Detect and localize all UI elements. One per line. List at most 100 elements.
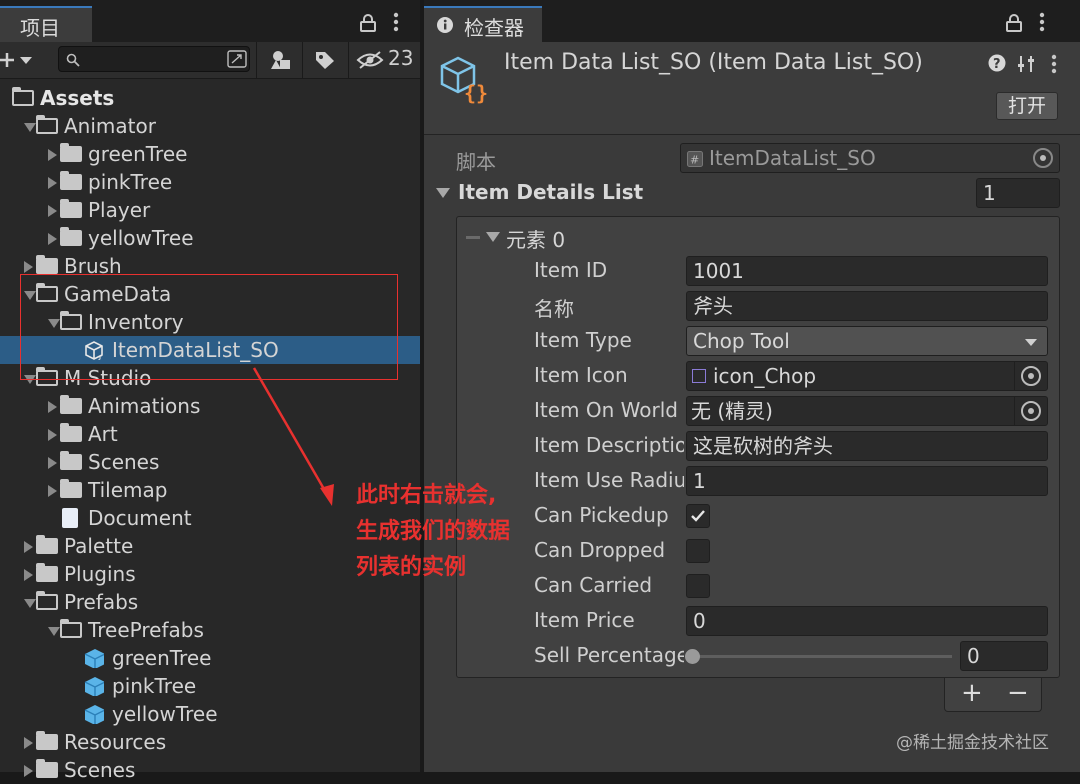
list-size-field[interactable]: 1 xyxy=(976,178,1060,208)
folder-icon xyxy=(60,395,82,414)
element-foldout-icon[interactable] xyxy=(486,232,500,242)
collapsed-arrow-icon[interactable] xyxy=(24,569,33,581)
tree-item[interactable]: Player xyxy=(0,196,420,224)
folder-icon xyxy=(36,563,58,582)
tree-item[interactable]: greenTree xyxy=(0,644,420,672)
add-element-button[interactable]: + xyxy=(961,678,983,708)
collapsed-arrow-icon[interactable] xyxy=(24,261,33,273)
object-value: 无 (精灵) xyxy=(691,399,773,423)
collapsed-arrow-icon[interactable] xyxy=(48,401,57,413)
help-icon[interactable]: ? xyxy=(988,54,1006,72)
tab-project-label: 项目 xyxy=(20,16,60,40)
item-use-radius-field[interactable]: 1 xyxy=(686,466,1048,496)
sprite-icon xyxy=(692,369,706,383)
remove-element-button[interactable]: − xyxy=(1007,678,1029,708)
filter-by-label-icon[interactable] xyxy=(314,50,336,70)
tree-item-assets[interactable]: Assets xyxy=(0,84,420,112)
toolbar-divider xyxy=(302,42,303,78)
tree-item[interactable]: pinkTree xyxy=(0,168,420,196)
eye-slash-icon xyxy=(356,51,384,69)
inspector-panel: 检查器 {} Item Data List_SO (Item Data List… xyxy=(424,0,1080,772)
tree-item[interactable]: TreePrefabs xyxy=(0,616,420,644)
folder-icon xyxy=(36,535,58,554)
sell-percentage-slider[interactable] xyxy=(685,649,952,664)
collapsed-arrow-icon[interactable] xyxy=(48,149,57,161)
annotation-arrow xyxy=(252,367,334,506)
folder-open-icon xyxy=(12,87,34,106)
tree-item-label: Plugins xyxy=(64,562,136,586)
picker-divider xyxy=(1014,397,1015,425)
tree-item[interactable]: Animator xyxy=(0,112,420,140)
more-vertical-icon[interactable] xyxy=(1050,54,1058,74)
collapsed-arrow-icon[interactable] xyxy=(24,541,33,553)
tree-item-label: pinkTree xyxy=(88,170,173,194)
project-panel: 项目 23 Assets Animator greenTree pinkTree… xyxy=(0,0,420,782)
create-button[interactable] xyxy=(0,48,40,72)
tree-item[interactable]: Animations xyxy=(0,392,420,420)
collapsed-arrow-icon[interactable] xyxy=(48,177,57,189)
tree-item[interactable]: yellowTree xyxy=(0,224,420,252)
collapsed-arrow-icon[interactable] xyxy=(24,737,33,749)
search-input[interactable] xyxy=(85,49,227,71)
tree-item-label: Resources xyxy=(64,730,167,754)
more-vertical-icon[interactable] xyxy=(1038,12,1046,32)
tree-item[interactable]: pinkTree xyxy=(0,672,420,700)
tree-item[interactable]: greenTree xyxy=(0,140,420,168)
collapsed-arrow-icon[interactable] xyxy=(48,205,57,217)
item-id-field[interactable]: 1001 xyxy=(686,256,1048,286)
tree-item[interactable]: Scenes xyxy=(0,448,420,476)
can-carried-toggle[interactable] xyxy=(686,574,710,598)
collapsed-arrow-icon[interactable] xyxy=(48,233,57,245)
expanded-arrow-icon[interactable] xyxy=(24,599,36,608)
sell-percentage-field[interactable]: 0 xyxy=(960,641,1048,671)
tree-item-label: greenTree xyxy=(88,142,188,166)
object-value: icon_Chop xyxy=(713,364,817,388)
list-footer: + − xyxy=(944,678,1042,712)
can-pickedup-toggle[interactable] xyxy=(686,504,710,528)
search-type-icon[interactable] xyxy=(227,50,247,68)
lock-icon[interactable] xyxy=(1006,14,1022,32)
name-field[interactable]: 斧头 xyxy=(686,291,1048,321)
tab-project[interactable]: 项目 xyxy=(0,6,92,42)
collapsed-arrow-icon[interactable] xyxy=(24,765,33,777)
drag-handle-icon[interactable] xyxy=(466,236,480,239)
annotation-line: 列表的实例 xyxy=(356,555,467,580)
tree-item[interactable]: yellowTree xyxy=(0,700,420,728)
tree-item[interactable]: Resources xyxy=(0,728,420,756)
tab-inspector[interactable]: 检查器 xyxy=(424,6,542,42)
inspector-tab-bar: 检查器 xyxy=(424,0,1080,42)
expanded-arrow-icon[interactable] xyxy=(48,627,60,636)
search-field[interactable] xyxy=(58,46,250,72)
preset-icon[interactable] xyxy=(1016,54,1036,74)
tree-item[interactable]: Art xyxy=(0,420,420,448)
item-type-dropdown[interactable]: Chop Tool xyxy=(686,326,1048,356)
folder-icon xyxy=(60,143,82,162)
expanded-arrow-icon[interactable] xyxy=(24,123,36,132)
item-description-field[interactable]: 这是砍树的斧头 xyxy=(686,431,1048,461)
list-label: Item Details List xyxy=(458,180,644,204)
object-picker-icon[interactable] xyxy=(1021,366,1041,386)
open-button[interactable]: 打开 xyxy=(996,92,1058,120)
collapsed-arrow-icon[interactable] xyxy=(48,429,57,441)
slider-thumb[interactable] xyxy=(685,649,700,664)
can-dropped-toggle[interactable] xyxy=(686,539,710,563)
object-picker-icon[interactable] xyxy=(1021,401,1041,421)
plus-dropdown-icon xyxy=(0,53,32,67)
item-price-field[interactable]: 0 xyxy=(686,606,1048,636)
more-vertical-icon[interactable] xyxy=(392,12,400,32)
watermark: @稀土掘金技术社区 xyxy=(896,733,1049,753)
hidden-packages-toggle[interactable]: 23 xyxy=(354,46,418,74)
item-icon-object-field[interactable]: icon_Chop xyxy=(686,361,1048,391)
lock-icon[interactable] xyxy=(360,14,376,32)
item-on-world-object-field[interactable]: 无 (精灵) xyxy=(686,396,1048,426)
collapsed-arrow-icon[interactable] xyxy=(48,485,57,497)
prefab-icon xyxy=(84,705,104,724)
collapsed-arrow-icon[interactable] xyxy=(48,457,57,469)
project-tab-bar: 项目 xyxy=(0,0,420,42)
tree-item[interactable]: Prefabs xyxy=(0,588,420,616)
tree-item-label: Scenes xyxy=(64,758,136,782)
item-id-label: Item ID xyxy=(534,258,608,282)
filter-by-type-icon[interactable] xyxy=(270,49,292,71)
tree-item[interactable]: Scenes xyxy=(0,756,420,784)
item-on-world-label: Item On World xyxy=(534,398,678,422)
